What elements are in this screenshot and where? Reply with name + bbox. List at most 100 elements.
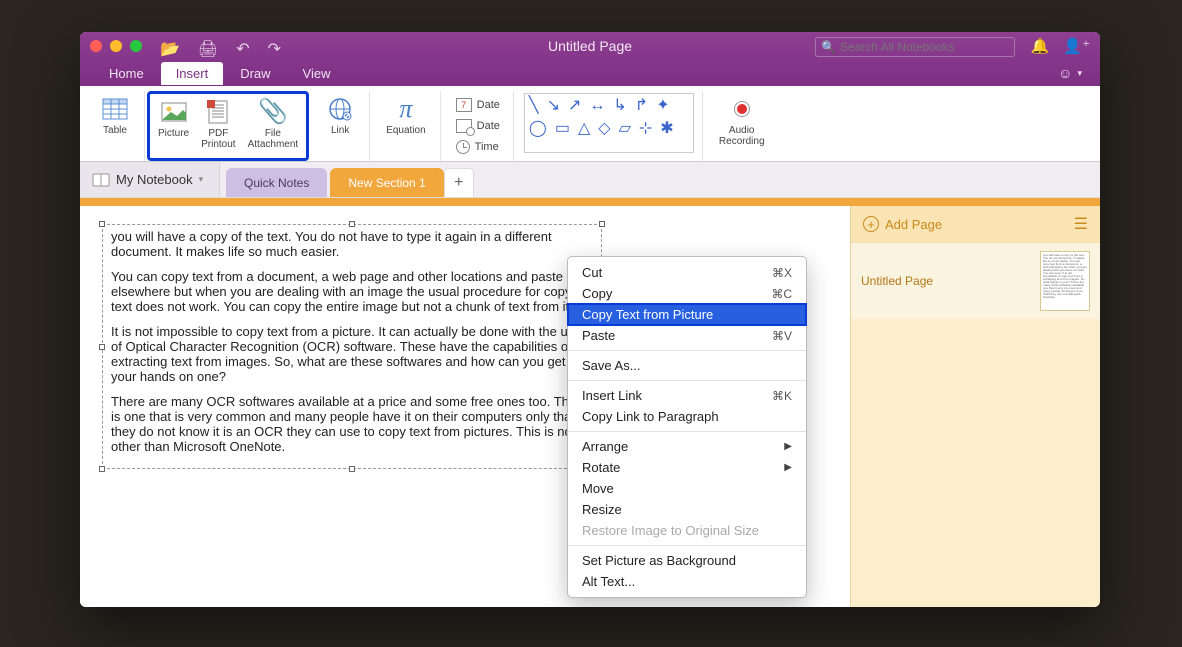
picture-button[interactable]: Picture bbox=[152, 96, 195, 156]
resize-handle-ml[interactable] bbox=[99, 344, 105, 350]
page-list-item[interactable]: Untitled Page you will have a copy of th… bbox=[851, 243, 1100, 319]
share-button[interactable]: ☺ ▾ bbox=[1042, 62, 1098, 84]
shape-ellipse-icon[interactable]: ◯ bbox=[529, 121, 547, 137]
ctx-copy-link-paragraph[interactable]: Copy Link to Paragraph bbox=[568, 406, 806, 427]
ctx-resize[interactable]: Resize bbox=[568, 499, 806, 520]
table-button[interactable]: Table bbox=[94, 93, 136, 138]
resize-handle-bm[interactable] bbox=[349, 466, 355, 472]
ctx-move[interactable]: Move bbox=[568, 478, 806, 499]
section-color-strip bbox=[80, 198, 1100, 206]
shape-axes-icon[interactable]: ✦ bbox=[656, 98, 669, 114]
shape-connector2-icon[interactable]: ↱ bbox=[635, 98, 648, 114]
content-area: you will have a copy of the text. You do… bbox=[80, 206, 1100, 607]
ribbon-insert: Table Picture PDF Printout 📎 File Attach… bbox=[80, 86, 1100, 162]
pdf-printout-icon bbox=[207, 98, 229, 126]
ctx-insert-link[interactable]: Insert Link⌘K bbox=[568, 385, 806, 406]
ctx-restore-image: Restore Image to Original Size bbox=[568, 520, 806, 541]
add-people-icon[interactable]: 👤⁺ bbox=[1063, 37, 1090, 55]
pdf-printout-label: PDF Printout bbox=[201, 128, 235, 150]
tab-draw[interactable]: Draw bbox=[225, 62, 285, 85]
resize-handle-tr[interactable] bbox=[599, 221, 605, 227]
shapes-gallery[interactable]: ╲ ↘ ↗ ↔ ↳ ↱ ✦ ◯ ▭ △ ◇ ▱ ⊹ ✱ bbox=[524, 93, 694, 153]
shape-connector-icon[interactable]: ↳ bbox=[613, 98, 626, 114]
selected-image-frame[interactable]: you will have a copy of the text. You do… bbox=[102, 224, 602, 469]
image-content: you will have a copy of the text. You do… bbox=[111, 229, 593, 454]
date-button-2[interactable]: Date bbox=[451, 117, 505, 135]
audio-recording-button[interactable]: Audio Recording bbox=[713, 93, 771, 149]
shape-triangle-icon[interactable]: △ bbox=[578, 121, 590, 137]
table-label: Table bbox=[103, 125, 127, 136]
resize-handle-tm[interactable] bbox=[349, 221, 355, 227]
file-attachment-label: File Attachment bbox=[248, 128, 299, 150]
onenote-window: 📂 🖨 ↶ ↷ Untitled Page 🔍 🔔 👤⁺ Home Insert… bbox=[80, 32, 1100, 607]
shape-graph-icon[interactable]: ⊹ bbox=[639, 121, 652, 137]
page-list-panel: + Add Page ☰ Untitled Page you will have… bbox=[850, 206, 1100, 607]
link-button[interactable]: Link bbox=[319, 93, 361, 138]
table-icon bbox=[102, 95, 128, 123]
resize-handle-tl[interactable] bbox=[99, 221, 105, 227]
notifications-icon[interactable]: 🔔 bbox=[1031, 37, 1050, 55]
ctx-copy-text-from-picture[interactable]: Copy Text from Picture bbox=[568, 304, 806, 325]
record-icon bbox=[735, 95, 749, 123]
section-tab-quick-notes[interactable]: Quick Notes bbox=[226, 168, 327, 197]
date-label-2: Date bbox=[477, 120, 500, 132]
search-box[interactable]: 🔍 bbox=[815, 37, 1015, 57]
ctx-separator bbox=[568, 431, 806, 432]
ctx-copy[interactable]: Copy⌘C bbox=[568, 283, 806, 304]
tab-view[interactable]: View bbox=[288, 62, 346, 85]
shape-arrow-icon[interactable]: ↘ bbox=[547, 98, 560, 114]
calendar-clock-icon bbox=[456, 119, 472, 133]
equation-label: Equation bbox=[386, 125, 425, 136]
search-icon: 🔍 bbox=[821, 40, 836, 54]
search-input[interactable] bbox=[840, 40, 1009, 54]
page-thumbnail: you will have a copy of the text. You do… bbox=[1040, 251, 1090, 311]
picture-icon bbox=[161, 98, 187, 126]
paperclip-icon: 📎 bbox=[258, 98, 288, 126]
ctx-save-as[interactable]: Save As... bbox=[568, 355, 806, 376]
date-button-1[interactable]: 7 Date bbox=[451, 96, 505, 114]
audio-recording-label: Audio Recording bbox=[719, 125, 765, 147]
chevron-right-icon: ▶ bbox=[784, 462, 792, 473]
add-page-button[interactable]: + Add Page bbox=[863, 216, 942, 232]
shape-para-icon[interactable]: ▱ bbox=[619, 121, 631, 137]
equation-button[interactable]: π Equation bbox=[380, 93, 431, 138]
ctx-separator bbox=[568, 380, 806, 381]
ctx-set-background[interactable]: Set Picture as Background bbox=[568, 550, 806, 571]
ctx-cut[interactable]: Cut⌘X bbox=[568, 262, 806, 283]
add-page-row: + Add Page ☰ bbox=[851, 206, 1100, 243]
list-view-icon[interactable]: ☰ bbox=[1074, 214, 1088, 234]
shape-diamond-icon[interactable]: ◇ bbox=[598, 121, 610, 137]
page-canvas[interactable]: you will have a copy of the text. You do… bbox=[80, 206, 850, 607]
ctx-alt-text[interactable]: Alt Text... bbox=[568, 571, 806, 592]
picture-label: Picture bbox=[158, 128, 189, 139]
resize-handle-bl[interactable] bbox=[99, 466, 105, 472]
time-label: Time bbox=[475, 141, 499, 153]
file-attachment-button[interactable]: 📎 File Attachment bbox=[242, 96, 305, 156]
date-label-1: Date bbox=[477, 99, 500, 111]
page-title: Untitled Page bbox=[861, 274, 933, 288]
image-paragraph: You can copy text from a document, a web… bbox=[111, 269, 593, 314]
time-button[interactable]: Time bbox=[451, 138, 504, 156]
ctx-paste[interactable]: Paste⌘V bbox=[568, 325, 806, 346]
tab-home[interactable]: Home bbox=[94, 62, 159, 85]
shape-biarrow-icon[interactable]: ↔ bbox=[589, 98, 605, 114]
section-tab-new-section[interactable]: New Section 1 bbox=[330, 168, 443, 197]
ctx-arrange[interactable]: Arrange▶ bbox=[568, 436, 806, 457]
context-menu: Cut⌘X Copy⌘C Copy Text from Picture Past… bbox=[567, 256, 807, 598]
ctx-rotate[interactable]: Rotate▶ bbox=[568, 457, 806, 478]
shape-rect-icon[interactable]: ▭ bbox=[555, 121, 570, 137]
chevron-right-icon: ▶ bbox=[784, 441, 792, 452]
shape-line-icon[interactable]: ╲ bbox=[529, 98, 539, 114]
pdf-printout-button[interactable]: PDF Printout bbox=[195, 96, 241, 156]
shape-arrow2-icon[interactable]: ↗ bbox=[568, 98, 581, 114]
notebook-icon bbox=[92, 172, 110, 188]
notebook-selector[interactable]: My Notebook ▾ bbox=[80, 162, 220, 197]
add-page-label: Add Page bbox=[885, 217, 942, 232]
sections-bar: My Notebook ▾ Quick Notes New Section 1 … bbox=[80, 162, 1100, 198]
tab-insert[interactable]: Insert bbox=[161, 62, 224, 85]
highlighted-ribbon-group: Picture PDF Printout 📎 File Attachment bbox=[147, 91, 309, 161]
equation-icon: π bbox=[399, 95, 412, 123]
add-section-button[interactable]: + bbox=[444, 168, 474, 197]
shape-graph3d-icon[interactable]: ✱ bbox=[660, 121, 673, 137]
notebook-name: My Notebook bbox=[116, 172, 193, 187]
